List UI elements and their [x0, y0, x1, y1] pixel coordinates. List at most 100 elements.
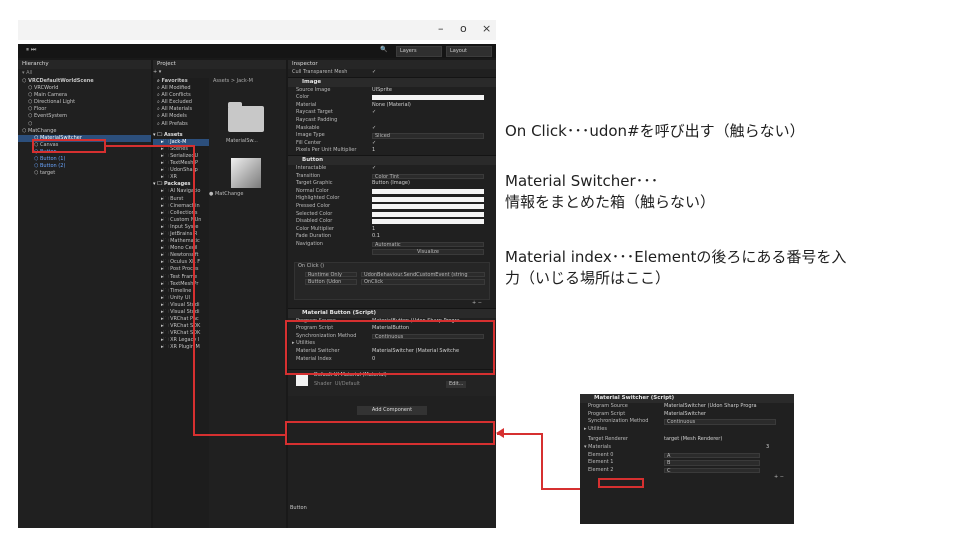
- target-renderer-field[interactable]: target (Mesh Renderer): [664, 436, 722, 444]
- property-value[interactable]: None (Material): [372, 102, 411, 110]
- package-folder[interactable]: ▸🗀 Unity UI: [153, 295, 209, 302]
- hierarchy-item[interactable]: ⬡ Directional Light: [18, 99, 151, 106]
- packages-header[interactable]: ▾ 🗀 Packages: [153, 181, 209, 188]
- material-element-field[interactable]: C: [664, 467, 760, 473]
- hierarchy-item[interactable]: ⬡ Main Camera: [18, 92, 151, 99]
- package-folder[interactable]: ▸🗀 VRChat Pac: [153, 316, 209, 323]
- hierarchy-item[interactable]: ⬡: [18, 121, 151, 128]
- color-field[interactable]: [372, 189, 484, 195]
- property-value[interactable]: ✓: [372, 109, 376, 117]
- runtime-mode-dropdown[interactable]: Runtime Only: [305, 271, 357, 277]
- package-folder[interactable]: ▸🗀 Cinemachin: [153, 203, 209, 210]
- hierarchy-item[interactable]: ⬡ Button (1): [18, 156, 151, 163]
- shader-dropdown[interactable]: UI/Default: [335, 381, 360, 387]
- asset-folder[interactable]: ▸🗀 XR: [153, 174, 209, 181]
- property-value[interactable]: Button (Image): [372, 180, 410, 188]
- color-field[interactable]: [372, 196, 484, 202]
- asset-folder[interactable]: ▸🗀 UdonSharp: [153, 167, 209, 174]
- material-element-field[interactable]: B: [664, 460, 760, 466]
- hierarchy-item[interactable]: ⬡ VRCDefaultWorldScene: [18, 78, 151, 85]
- package-folder[interactable]: ▸🗀 Burst: [153, 196, 209, 203]
- material-button-section-header[interactable]: Material Button (Script): [288, 307, 496, 318]
- onclick-function-dropdown[interactable]: UdonBehaviour.SendCustomEvent (string: [361, 271, 485, 277]
- favorite-item[interactable]: ⌕ All Models: [153, 113, 209, 120]
- property-dropdown[interactable]: Sliced: [372, 133, 484, 139]
- play-controls-icon[interactable]: ⏸ ⏭: [26, 46, 36, 54]
- inspector-tab[interactable]: Inspector: [288, 60, 496, 69]
- property-value[interactable]: 1: [372, 226, 375, 234]
- cull-check[interactable]: ✓: [372, 69, 376, 77]
- favorite-item[interactable]: ⌕ All Prefabs: [153, 121, 209, 128]
- hierarchy-tab[interactable]: Hierarchy: [18, 60, 151, 69]
- material-element-field[interactable]: A: [664, 452, 760, 458]
- package-folder[interactable]: ▸🗀 Custom NUn: [153, 217, 209, 224]
- maximize-button[interactable]: o: [460, 22, 467, 35]
- edit-shader-button[interactable]: Edit...: [446, 381, 467, 389]
- hierarchy-item[interactable]: ⬡ Floor: [18, 106, 151, 113]
- folder-icon[interactable]: [228, 102, 264, 132]
- add-component-button[interactable]: Add Component: [357, 406, 427, 416]
- package-folder[interactable]: ▸🗀 Visual Studi: [153, 302, 209, 309]
- property-dropdown[interactable]: Automatic: [372, 241, 484, 247]
- onclick-target-field[interactable]: Button (Udon: [305, 279, 357, 285]
- add-remove-buttons[interactable]: + −: [288, 300, 496, 308]
- assets-header[interactable]: ▾ 🗀 Assets: [153, 132, 209, 139]
- package-folder[interactable]: ▸🗀 TextMeshPr: [153, 281, 209, 288]
- switcher-section-header[interactable]: Material Switcher (Script): [580, 394, 794, 403]
- asset-folder[interactable]: ▸🗀 SerializedU: [153, 153, 209, 160]
- package-folder[interactable]: ▸🗀 Post Proces: [153, 266, 209, 273]
- package-folder[interactable]: ▸🗀 XR Plugin M: [153, 344, 209, 351]
- search-icon[interactable]: 🔍: [380, 46, 387, 53]
- favorite-item[interactable]: ⌕ All Conflicts: [153, 92, 209, 99]
- package-folder[interactable]: ▸🗀 Newtonsoft: [153, 252, 209, 259]
- package-folder[interactable]: ▸🗀 AI Navigatio: [153, 188, 209, 195]
- package-folder[interactable]: ▸🗀 VRChat SDK: [153, 330, 209, 337]
- switcher-utilities-row[interactable]: ▸ Utilities: [580, 426, 794, 434]
- package-folder[interactable]: ▸🗀 Collections: [153, 210, 209, 217]
- property-value[interactable]: ✓: [372, 165, 376, 173]
- property-dropdown[interactable]: Color Tint: [372, 173, 484, 179]
- package-folder[interactable]: ▸🗀 Test Frame: [153, 274, 209, 281]
- property-value[interactable]: 0.1: [372, 233, 380, 241]
- onclick-arg-field[interactable]: OnClick: [361, 279, 485, 285]
- package-folder[interactable]: ▸🗀 Mono Cecil: [153, 245, 209, 252]
- favorite-item[interactable]: ⌕ Favorites: [153, 78, 209, 85]
- package-folder[interactable]: ▸🗀 JetBrains R: [153, 231, 209, 238]
- color-field[interactable]: [372, 95, 484, 101]
- hierarchy-item[interactable]: ⬡ MatChange: [18, 128, 151, 135]
- property-value[interactable]: ✓: [372, 125, 376, 133]
- package-folder[interactable]: ▸🗀 XR Legacy I: [153, 337, 209, 344]
- project-breadcrumb[interactable]: Assets > Jack-M: [211, 78, 286, 85]
- minimize-button[interactable]: –: [438, 22, 444, 35]
- hierarchy-item[interactable]: ⬡ VRCWorld: [18, 85, 151, 92]
- hierarchy-item[interactable]: ⬡ target: [18, 170, 151, 177]
- asset-folder[interactable]: ▸🗀 TextMesh P: [153, 160, 209, 167]
- hierarchy-item[interactable]: ⬡ EventSystem: [18, 113, 151, 120]
- package-folder[interactable]: ▸🗀 VRChat SDK: [153, 323, 209, 330]
- layout-dropdown[interactable]: Layout: [446, 46, 492, 57]
- property-value[interactable]: ✓: [372, 140, 376, 148]
- property-dropdown[interactable]: Continuous: [664, 419, 776, 425]
- property-value[interactable]: MaterialSwitcher (Udon Sharp Progra: [664, 403, 757, 411]
- materials-count[interactable]: 3: [766, 444, 769, 452]
- visualize-button[interactable]: Visualize: [372, 249, 484, 255]
- property-value[interactable]: UISprite: [372, 87, 392, 95]
- hierarchy-search[interactable]: ▾ All: [18, 69, 151, 78]
- image-section-header[interactable]: Image: [288, 76, 496, 87]
- package-folder[interactable]: ▸🗀 Visual Studi: [153, 309, 209, 316]
- hierarchy-item[interactable]: ⬡ Button (2): [18, 163, 151, 170]
- color-field[interactable]: [372, 204, 484, 210]
- package-folder[interactable]: ▸🗀 Mathematic: [153, 238, 209, 245]
- package-folder[interactable]: ▸🗀 Timeline: [153, 288, 209, 295]
- favorite-item[interactable]: ⌕ All Materials: [153, 106, 209, 113]
- favorite-item[interactable]: ⌕ All Modified: [153, 85, 209, 92]
- materials-row[interactable]: ▾ Materials 3: [580, 444, 794, 452]
- project-tab[interactable]: Project: [153, 60, 286, 69]
- color-field[interactable]: [372, 211, 484, 217]
- package-folder[interactable]: ▸🗀 Oculus XR F: [153, 259, 209, 266]
- property-value[interactable]: 1: [372, 147, 375, 155]
- button-section-header[interactable]: Button: [288, 154, 496, 165]
- close-button[interactable]: ×: [482, 22, 491, 35]
- prefab-cube-icon[interactable]: [231, 158, 261, 188]
- package-folder[interactable]: ▸🗀 Input Syste: [153, 224, 209, 231]
